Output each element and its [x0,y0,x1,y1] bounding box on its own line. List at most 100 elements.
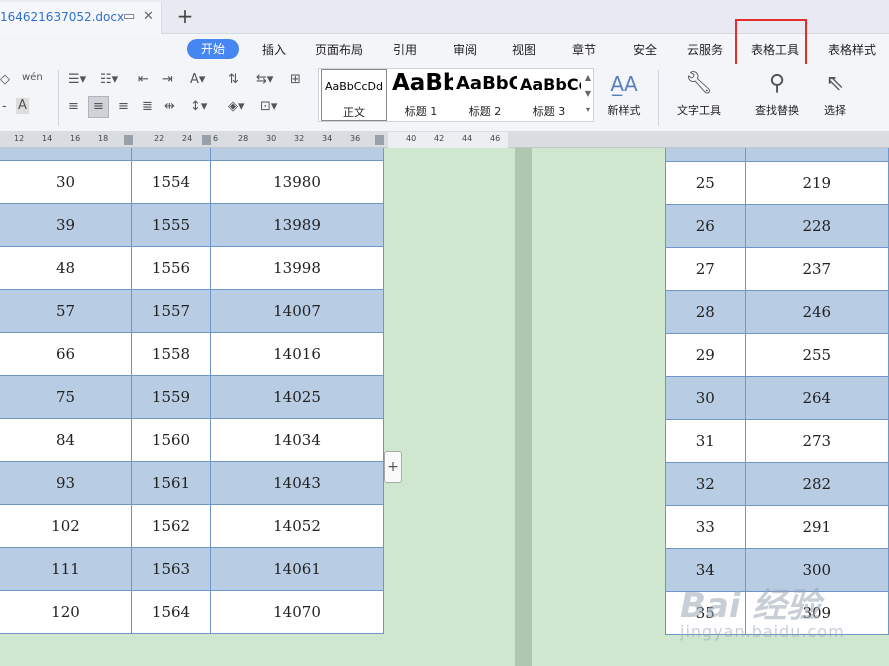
table-cell[interactable]: 14061 [210,547,384,591]
table-row[interactable]: 75 1559 14025 [0,375,384,419]
table-cell[interactable]: 14034 [210,418,384,462]
tab-view[interactable]: 视图 [512,41,536,58]
table-cell[interactable]: 1563 [131,547,211,591]
table-cell[interactable]: 32 [665,462,746,506]
table-cell[interactable]: 1554 [131,160,211,204]
table-cell[interactable]: 27 [665,247,746,291]
line-spacing-icon[interactable]: ↕▾ [190,99,207,115]
table-cell[interactable]: 30 [665,376,746,420]
table-cell[interactable]: 84 [0,418,132,462]
table-row[interactable]: 57 1557 14007 [0,289,384,333]
table-row[interactable]: 30 264 [665,376,889,420]
table-cell[interactable]: 1561 [131,461,211,505]
table-cell[interactable]: 219 [744,161,889,205]
align-left-icon[interactable]: ≡ [68,99,79,115]
phonetic-icon[interactable]: wén [22,70,43,86]
numbered-list-icon[interactable]: ☷▾ [100,72,118,88]
column-marker[interactable] [375,135,384,145]
table-row[interactable]: 32 282 [665,462,889,506]
tab-security[interactable]: 安全 [633,41,657,58]
table-row[interactable]: 24210 [665,148,889,162]
sort-icon[interactable]: ⇅ [228,72,239,88]
table-row[interactable]: 111 1563 14061 [0,547,384,591]
table-cell[interactable]: 1556 [131,246,211,290]
style-heading-3[interactable]: AaBbCc 标题 3 [517,69,581,121]
new-tab-button[interactable]: + [174,3,196,29]
justify-icon[interactable]: ≣ [142,99,153,115]
table-cell[interactable]: 264 [744,376,889,420]
table-cell[interactable]: 14016 [210,332,384,376]
table-row[interactable]: 33 291 [665,505,889,549]
table-cell[interactable]: 13971 [210,148,384,161]
close-icon[interactable]: ✕ [143,9,154,24]
table-cell[interactable]: 29 [665,333,746,377]
monitor-icon[interactable]: ▭ [123,9,135,24]
tab-home[interactable]: 开始 [187,39,239,59]
add-column-button[interactable]: + [384,451,402,483]
table-cell[interactable]: 28 [665,290,746,334]
find-replace-button[interactable]: ⚲ 查找替换 [746,70,808,118]
distribute-icon[interactable]: ⇹ [164,99,175,115]
table-cell[interactable]: 48 [0,246,132,290]
fill-color-icon[interactable]: ◈▾ [228,99,245,115]
table-row[interactable]: 66 1558 14016 [0,332,384,376]
table-cell[interactable]: 210 [744,148,889,162]
table-row[interactable]: 25 219 [665,161,889,205]
table-cell[interactable]: 1558 [131,332,211,376]
table-cell[interactable]: 1555 [131,203,211,247]
text-direction-icon[interactable]: A▾ [190,72,205,88]
table-cell[interactable]: 111 [0,547,132,591]
table-cell[interactable]: 21 [0,148,132,161]
select-button[interactable]: ⇖ 选择 [814,70,856,118]
table-cell[interactable]: 24 [665,148,746,162]
tab-table-style[interactable]: 表格样式 [828,41,876,58]
table-cell[interactable]: 1562 [131,504,211,548]
gallery-down-icon[interactable]: ▼ [583,89,593,98]
table-cell[interactable]: 25 [665,161,746,205]
tab-cloud-service[interactable]: 云服务 [687,41,723,58]
left-data-table[interactable]: 2115531397130155413980391555139894815561… [0,148,384,634]
column-marker[interactable] [124,135,133,145]
dropdown-arrow-icon[interactable]: - [2,99,7,115]
table-cell[interactable]: 30 [0,160,132,204]
table-cell[interactable]: 14025 [210,375,384,419]
bullet-list-icon[interactable]: ☰▾ [68,72,86,88]
table-cell[interactable]: 228 [744,204,889,248]
table-row[interactable]: 93 1561 14043 [0,461,384,505]
table-cell[interactable]: 57 [0,289,132,333]
gallery-expand-icon[interactable]: ▾ [583,105,593,114]
tab-insert[interactable]: 插入 [262,41,286,58]
table-cell[interactable]: 282 [744,462,889,506]
align-right-icon[interactable]: ≡ [118,99,129,115]
table-cell[interactable]: 273 [744,419,889,463]
tab-review[interactable]: 审阅 [453,41,477,58]
table-cell[interactable]: 246 [744,290,889,334]
table-row[interactable]: 120 1564 14070 [0,590,384,634]
table-cell[interactable]: 14043 [210,461,384,505]
text-tools-button[interactable]: 🔧︎ 文字工具 [668,70,730,118]
table-cell[interactable]: 39 [0,203,132,247]
tab-chapter[interactable]: 章节 [572,41,596,58]
table-cell[interactable]: 14007 [210,289,384,333]
table-row[interactable]: 48 1556 13998 [0,246,384,290]
right-data-table[interactable]: 2421025219262282723728246292553026431273… [665,148,889,635]
clear-format-icon[interactable]: ◇ [0,72,10,88]
table-row[interactable]: 84 1560 14034 [0,418,384,462]
table-cell[interactable]: 31 [665,419,746,463]
table-row[interactable]: 29 255 [665,333,889,377]
table-cell[interactable]: 1559 [131,375,211,419]
tab-page-layout[interactable]: 页面布局 [315,41,363,58]
new-style-button[interactable]: A̲A 新样式 [600,70,648,118]
table-cell[interactable]: 26 [665,204,746,248]
show-marks-icon[interactable]: ⇆▾ [256,72,273,88]
table-cell[interactable]: 255 [744,333,889,377]
gallery-up-icon[interactable]: ▲ [583,73,593,82]
table-cell[interactable]: 1564 [131,590,211,634]
table-grid-icon[interactable]: ⊞ [290,72,301,88]
table-cell[interactable]: 291 [744,505,889,549]
document-canvas[interactable]: 2115531397130155413980391555139894815561… [0,148,889,666]
table-cell[interactable]: 14070 [210,590,384,634]
table-cell[interactable]: 102 [0,504,132,548]
table-cell[interactable]: 66 [0,332,132,376]
style-heading-2[interactable]: AaBbC 标题 2 [453,69,517,121]
